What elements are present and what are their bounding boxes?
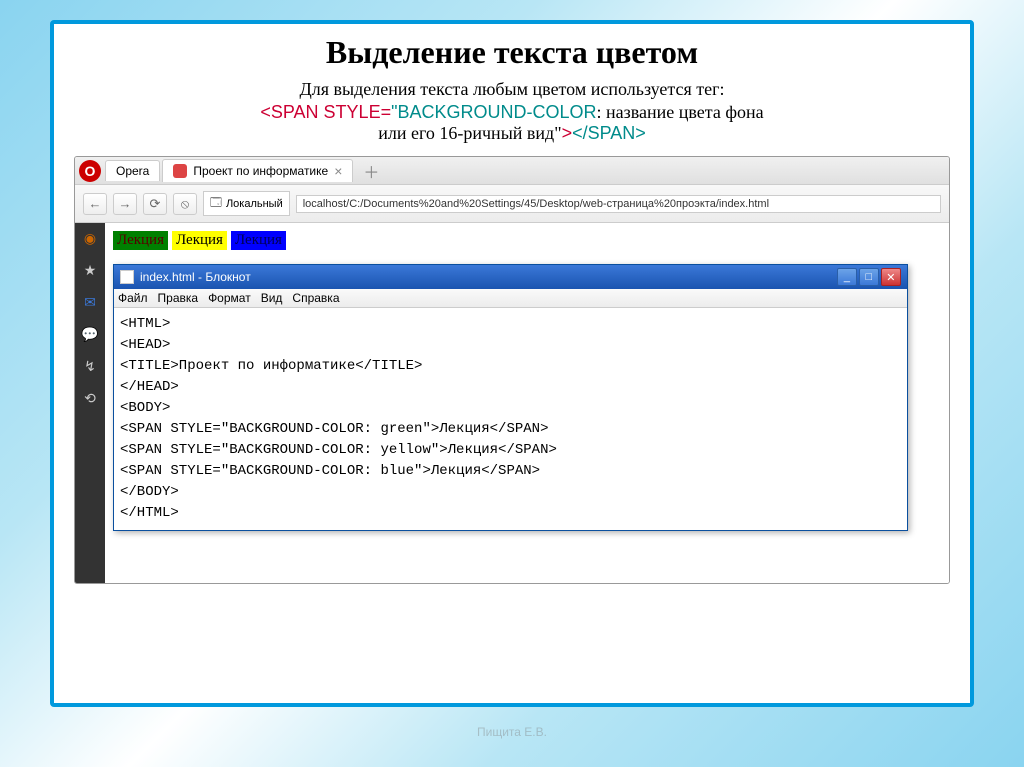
tag-description: : название цвета фона [597, 102, 764, 122]
code-example-line-1: <SPAN STYLE="BACKGROUND-COLOR: название … [74, 102, 950, 123]
notepad-title-text: index.html - Блокнот [140, 270, 251, 284]
globe-icon[interactable]: ◉ [81, 229, 99, 247]
new-tab-button[interactable]: ＋ [355, 159, 387, 183]
stop-button[interactable]: ⦸ [173, 193, 197, 215]
address-bar[interactable]: localhost/C:/Documents%20and%20Settings/… [296, 195, 941, 213]
slide-container: Выделение текста цветом Для выделения те… [50, 20, 974, 707]
browser-content: Лекция Лекция Лекция index.html - Блокно… [105, 223, 949, 583]
browser-window: O Opera Проект по информатике × ＋ ← → ⟳ … [74, 156, 950, 584]
mail-icon[interactable]: ✉ [81, 293, 99, 311]
notepad-titlebar[interactable]: index.html - Блокнот _ □ ✕ [114, 265, 907, 289]
green-span: Лекция [113, 231, 168, 250]
notepad-file-icon [120, 270, 134, 284]
opera-tab-label: Opera [116, 164, 149, 178]
notepad-menu: Файл Правка Формат Вид Справка [114, 289, 907, 308]
back-button[interactable]: ← [83, 193, 107, 215]
yellow-span: Лекция [172, 231, 227, 250]
slide-title: Выделение текста цветом [74, 34, 950, 71]
browser-nav-bar: ← → ⟳ ⦸ 🗔 Локальный localhost/C:/Documen… [75, 185, 949, 223]
share-icon[interactable]: ↯ [81, 357, 99, 375]
drive-icon: 🗔 [210, 194, 222, 213]
page-icon [173, 164, 187, 178]
reload-button[interactable]: ⟳ [143, 193, 167, 215]
menu-edit[interactable]: Правка [158, 291, 199, 305]
browser-body: ◉ ★ ✉ 💬 ↯ ⟲ Лекция Лекция Лекция i [75, 223, 949, 583]
window-controls: _ □ ✕ [837, 268, 901, 286]
forward-button[interactable]: → [113, 193, 137, 215]
star-icon[interactable]: ★ [81, 261, 99, 279]
hex-description: или его 16-ричный вид" [378, 123, 561, 143]
chat-icon[interactable]: 💬 [81, 325, 99, 343]
code-example-line-2: или его 16-ричный вид"></SPAN> [74, 123, 950, 144]
address-scope[interactable]: 🗔 Локальный [203, 191, 290, 216]
close-icon[interactable]: × [334, 163, 342, 179]
footer-credit: Пищита Е.В. [0, 725, 1024, 739]
notepad-text-area[interactable]: <HTML> <HEAD> <TITLE>Проект по информати… [114, 308, 907, 530]
span-close-tag: </SPAN> [572, 123, 646, 143]
menu-format[interactable]: Формат [208, 291, 251, 305]
rendered-spans: Лекция Лекция Лекция [113, 231, 941, 250]
menu-view[interactable]: Вид [261, 291, 283, 305]
span-open-tag: <SPAN STYLE= [260, 102, 391, 122]
tab-project[interactable]: Проект по информатике × [162, 159, 353, 182]
slide-subtitle-1: Для выделения текста любым цветом исполь… [74, 77, 950, 102]
gt-symbol: > [562, 123, 573, 143]
notepad-window: index.html - Блокнот _ □ ✕ Файл Правка Ф… [113, 264, 908, 531]
local-label: Локальный [226, 198, 283, 210]
minimize-button[interactable]: _ [837, 268, 857, 286]
tab-label: Проект по информатике [193, 164, 328, 178]
close-button[interactable]: ✕ [881, 268, 901, 286]
menu-help[interactable]: Справка [292, 291, 339, 305]
maximize-button[interactable]: □ [859, 268, 879, 286]
menu-file[interactable]: Файл [118, 291, 148, 305]
browser-sidebar: ◉ ★ ✉ 💬 ↯ ⟲ [75, 223, 105, 583]
sync-icon[interactable]: ⟲ [81, 389, 99, 407]
blue-span: Лекция [231, 231, 286, 250]
tab-opera[interactable]: Opera [105, 160, 160, 181]
notepad-title-group: index.html - Блокнот [120, 270, 251, 284]
opera-logo-icon[interactable]: O [79, 160, 101, 182]
browser-tab-bar: O Opera Проект по информатике × ＋ [75, 157, 949, 185]
bg-color-attr: "BACKGROUND-COLOR [391, 102, 596, 122]
